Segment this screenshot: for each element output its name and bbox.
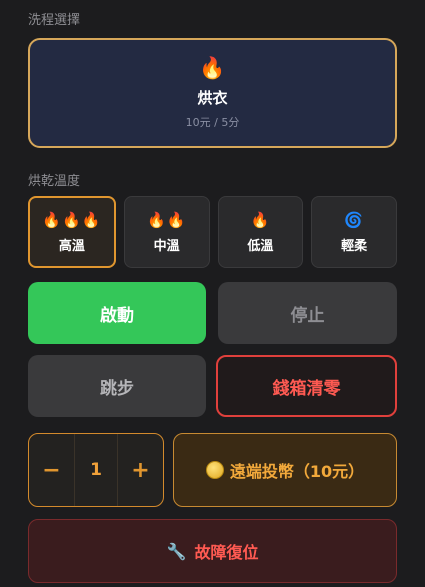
clear-cashbox-button[interactable]: 錢箱清零 [216, 355, 397, 417]
start-button[interactable]: 啟動 [28, 282, 206, 344]
temp-option-low[interactable]: 🔥 低溫 [217, 196, 304, 268]
program-section-label: 洗程選擇 [28, 13, 81, 28]
fire-icon: 🔥 [250, 210, 271, 229]
increment-button[interactable]: + [118, 434, 163, 506]
remote-coin-button[interactable]: 遠端投幣（10元） [173, 433, 397, 507]
temperature-section-label: 烘乾溫度 [28, 174, 81, 189]
fire-icon: 🔥🔥🔥 [42, 210, 102, 229]
program-price: 10元 / 5分 [185, 115, 240, 129]
temperature-options: 🔥🔥🔥 高溫 🔥🔥 中溫 🔥 低溫 🌀 輕柔 [28, 196, 397, 268]
coin-icon [205, 461, 224, 479]
temp-option-label: 中溫 [153, 238, 180, 254]
temp-option-label: 低溫 [247, 238, 274, 254]
fault-reset-label: 故障復位 [194, 543, 259, 562]
stop-button[interactable]: 停止 [218, 282, 397, 344]
temp-option-label: 高溫 [58, 238, 85, 254]
coin-quantity-value: 1 [74, 434, 118, 506]
program-name: 烘衣 [197, 88, 228, 107]
coin-quantity-stepper: − 1 + [28, 433, 164, 507]
fault-reset-button[interactable]: 🔧 故障復位 [28, 519, 397, 583]
fire-icon: 🔥 [199, 55, 226, 80]
skip-step-button[interactable]: 跳步 [28, 355, 206, 417]
temp-option-label: 輕柔 [341, 238, 368, 254]
decrement-button[interactable]: − [29, 434, 74, 506]
cyclone-icon: 🌀 [344, 210, 364, 229]
remote-coin-label: 遠端投幣（10元） [229, 462, 365, 481]
fire-icon: 🔥🔥 [146, 210, 187, 229]
temp-option-medium[interactable]: 🔥🔥 中溫 [123, 196, 210, 268]
wrench-icon: 🔧 [166, 541, 187, 561]
temp-option-gentle[interactable]: 🌀 輕柔 [311, 196, 397, 268]
temp-option-high[interactable]: 🔥🔥🔥 高溫 [28, 196, 116, 268]
program-card-dry[interactable]: 🔥 烘衣 10元 / 5分 [28, 38, 397, 148]
